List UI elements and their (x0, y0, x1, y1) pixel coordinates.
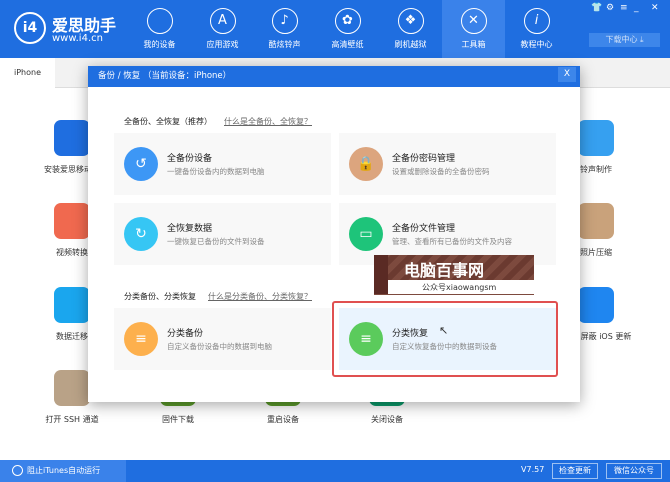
bell-icon: ♪ (271, 8, 298, 34)
card-title: 全备份密码管理 (392, 154, 456, 164)
itunes-label: 阻止iTunes自动运行 (27, 466, 101, 475)
section-category-help-link[interactable]: 什么是分类备份、分类恢复？ (208, 291, 312, 302)
card-desc: 自定义备份设备中的数据到电脑 (167, 342, 272, 351)
section-full-help-link[interactable]: 什么是全备份、全恢复？ (224, 116, 312, 127)
apple-icon (146, 8, 173, 34)
highlight-box (332, 301, 558, 377)
section-category-title: 分类备份、分类恢复 (124, 292, 196, 301)
nav-label: 教程中心 (520, 40, 553, 49)
photo-compress-icon[interactable] (578, 203, 614, 239)
wechat-button[interactable]: 微信公众号 (606, 463, 662, 479)
card-category-backup[interactable]: ≡ 分类备份自定义备份设备中的数据到电脑 (114, 308, 331, 370)
close-icon[interactable]: ✕ (651, 3, 659, 13)
dialog-title: 备份 / 恢复 （当前设备：iPhone） (88, 66, 580, 87)
tool-label: 打开 SSH 通道 (45, 415, 99, 424)
card-title: 全恢复数据 (167, 224, 213, 234)
watermark: 电脑百事网 公众号xiaowangsm (374, 255, 534, 295)
card-desc: 管理、查看所有已备份的文件及内容 (392, 237, 512, 246)
tool-label: 关闭设备 (371, 415, 403, 424)
gear-icon[interactable]: ⚙ (606, 3, 614, 13)
card-title: 全备份设备 (167, 154, 213, 164)
card-title: 分类备份 (167, 329, 204, 339)
box-icon: ❖ (397, 8, 424, 34)
nav-label: 刷机越狱 (394, 40, 427, 49)
check-update-button[interactable]: 检查更新 (552, 463, 598, 479)
category-backup-icon: ≡ (124, 322, 158, 356)
info-icon: i (523, 8, 550, 34)
block-ios-update-icon[interactable] (578, 287, 614, 323)
lock-icon: 🔒 (349, 147, 383, 181)
nav-ringtones[interactable]: ♪ 酷炫铃声 (253, 0, 316, 58)
install-i4-icon[interactable] (54, 120, 90, 156)
data-migrate-icon[interactable] (54, 287, 90, 323)
card-full-restore[interactable]: ↻ 全恢复数据一键恢复已备份的文件到设备 (114, 203, 331, 265)
nav-tutorials[interactable]: i 教程中心 (505, 0, 568, 58)
nav-apps[interactable]: A 应用游戏 (191, 0, 254, 58)
nav-wallpapers[interactable]: ✿ 高清壁纸 (316, 0, 379, 58)
folder-icon: ▭ (349, 217, 383, 251)
i4-logo: i4 (14, 12, 46, 44)
video-convert-icon[interactable] (54, 203, 90, 239)
backup-icon: ↺ (124, 147, 158, 181)
download-icon: ⤓ (640, 35, 644, 44)
card-desc: 设置或删除设备的全备份密码 (392, 167, 490, 176)
dialog-close-button[interactable]: X (558, 67, 576, 82)
shirt-icon[interactable]: 👕 (591, 3, 602, 13)
brand-url: www.i4.cn (52, 33, 103, 44)
card-desc: 一键恢复已备份的文件到设备 (167, 237, 265, 246)
header: i4 爱思助手 www.i4.cn 我的设备 A 应用游戏 ♪ 酷炫铃声 ✿ 高清壁纸… (0, 0, 670, 58)
download-center-button[interactable]: 下载中心 ⤓ (589, 33, 660, 47)
nav-label: 我的设备 (143, 40, 176, 49)
card-backup-password[interactable]: 🔒 全备份密码管理设置或删除设备的全备份密码 (339, 133, 556, 195)
menu-icon[interactable]: ≡ (620, 3, 628, 13)
nav-my-device[interactable]: 我的设备 (128, 0, 191, 58)
ringtone-maker-icon[interactable] (578, 120, 614, 156)
nav-label: 应用游戏 (206, 40, 239, 49)
download-label: 下载中心 (605, 35, 638, 44)
nav-label: 高清壁纸 (331, 40, 364, 49)
nav-toolbox[interactable]: ✕ 工具箱 (442, 0, 505, 58)
app-store-icon: A (209, 8, 236, 34)
card-title: 全备份文件管理 (392, 224, 456, 234)
footer: 阻止iTunes自动运行 V7.57 检查更新 微信公众号 (0, 460, 670, 482)
tool-label: 重启设备 (267, 415, 299, 424)
minimize-icon[interactable]: _ (634, 3, 639, 13)
tab-iphone[interactable]: iPhone (0, 58, 55, 89)
ssh-icon[interactable] (54, 370, 90, 406)
section-full-title: 全备份、全恢复（推荐） (124, 117, 212, 126)
card-full-backup[interactable]: ↺ 全备份设备一键备份设备内的数据到电脑 (114, 133, 331, 195)
card-desc: 一键备份设备内的数据到电脑 (167, 167, 265, 176)
watermark-subtitle: 公众号xiaowangsm (422, 283, 497, 292)
nav-label: 酷炫铃声 (268, 40, 301, 49)
itunes-block-toggle[interactable]: 阻止iTunes自动运行 (0, 460, 126, 482)
tool-label: 固件下载 (162, 415, 194, 424)
watermark-title: 电脑百事网 (404, 261, 485, 280)
version-label: V7.57 (521, 465, 545, 474)
flower-icon: ✿ (334, 8, 361, 34)
nav-label: 工具箱 (461, 40, 486, 49)
restore-icon: ↻ (124, 217, 158, 251)
circle-icon (12, 465, 23, 476)
tools-icon: ✕ (460, 8, 487, 34)
nav-flash-jailbreak[interactable]: ❖ 刷机越狱 (379, 0, 442, 58)
